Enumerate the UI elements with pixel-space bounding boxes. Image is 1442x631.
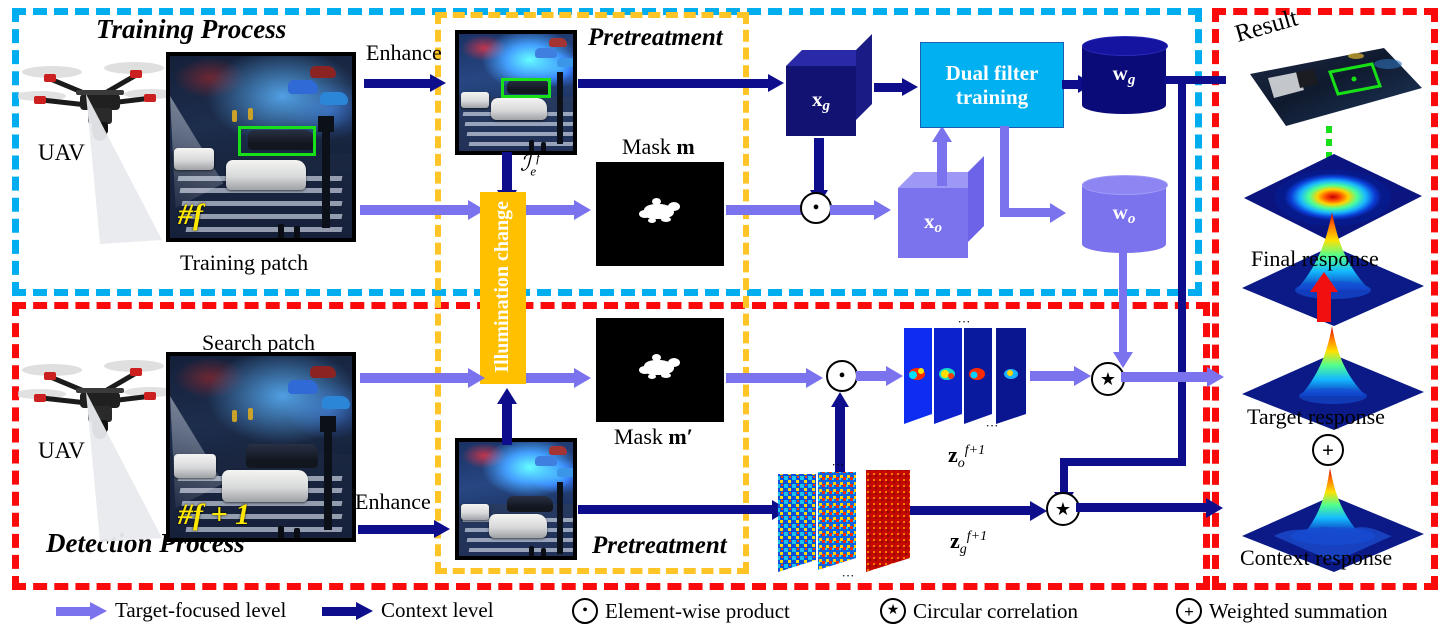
legend-label-element-wise-product: Element-wise product	[605, 598, 790, 623]
zo-sub: o	[957, 456, 965, 471]
xo-symbol: x	[924, 209, 935, 233]
enhanced-image-detection	[455, 438, 577, 560]
uav-label-detection: UAV	[38, 438, 85, 463]
legend-item-weighted-summation: + Weighted summation	[1176, 598, 1388, 624]
svg-text:···: ···	[986, 418, 999, 433]
svg-text:···: ···	[958, 318, 971, 329]
pretreatment-title-top: Pretreatment	[588, 24, 723, 51]
mask-word-top: Mask	[622, 134, 671, 159]
bounding-box-training	[238, 126, 316, 156]
wire-wg-vertical	[1178, 76, 1186, 466]
legend-item-context-level: Context level	[322, 598, 494, 623]
training-patch-image: #f	[166, 52, 356, 242]
wire-wg-to-corr2	[1060, 458, 1186, 466]
script-I-symbol: ℐ	[520, 150, 531, 176]
legend-label-target-focused: Target-focused level	[115, 598, 287, 622]
zg-label: zgf+1	[950, 528, 987, 558]
zo-symbol: z	[948, 442, 958, 467]
operator-element-wise-product-bottom: •	[826, 360, 858, 392]
filter-store-wg: wg	[1082, 36, 1168, 114]
operator-circular-correlation-bottom: ★	[1046, 492, 1080, 526]
wg-sub: g	[1127, 72, 1136, 88]
zg-sup: f+1	[966, 529, 988, 544]
legend: Target-focused level Context level • Ele…	[0, 596, 1442, 631]
zg-symbol: z	[950, 528, 960, 553]
final-response-label: Final response	[1251, 246, 1379, 271]
mask-m-image	[596, 162, 724, 266]
mask-symbol-bottom: m′	[668, 424, 693, 449]
xo-label: xo	[898, 188, 968, 258]
filter-store-wo: wo	[1082, 175, 1168, 253]
zo-sup: f+1	[964, 443, 986, 458]
zo-label: zof+1	[948, 442, 985, 472]
wire-wo-vertical	[1119, 248, 1127, 358]
legend-item-circular-correlation: ★ Circular correlation	[880, 598, 1078, 624]
wg-label: wg	[1082, 36, 1166, 114]
zg-sub: g	[959, 542, 967, 557]
mask-mprime-image	[596, 318, 724, 422]
plus-circle-icon: +	[1176, 598, 1202, 624]
uav-label-training: UAV	[38, 140, 85, 165]
feature-maps-zo: ··· ···	[900, 314, 1030, 434]
svg-text:···: ···	[832, 460, 845, 472]
pretreatment-title-bottom: Pretreatment	[592, 532, 727, 559]
enhance-label-training: Enhance	[366, 40, 442, 65]
wg-symbol: w	[1112, 61, 1128, 85]
result-plane-image	[1238, 42, 1428, 132]
arrow-navy-icon	[322, 601, 374, 620]
dual-filter-line1: Dual filter	[945, 60, 1039, 85]
legend-item-element-wise-product: • Element-wise product	[572, 598, 790, 624]
illumination-change-label: Illumination change	[480, 192, 524, 382]
svg-text:···: ···	[842, 568, 855, 582]
feature-cube-xg: xg	[786, 34, 874, 138]
enhance-label-detection: Enhance	[355, 489, 431, 514]
training-process-title: Training Process	[96, 14, 287, 44]
script-I-sub: e	[530, 163, 537, 179]
frame-number-detection: #f + 1	[178, 498, 251, 531]
mask-word-bottom: Mask	[614, 424, 663, 449]
legend-item-target-focused: Target-focused level	[56, 598, 286, 623]
legend-label-weighted-summation: Weighted summation	[1209, 598, 1388, 623]
legend-label-context-level: Context level	[381, 598, 494, 622]
mask-mprime-label: Mask m′	[614, 424, 693, 450]
enhanced-image-symbol-training: ℐef	[520, 150, 540, 180]
star-circle-icon: ★	[880, 598, 906, 624]
illumination-change-text: Illumination change	[490, 201, 513, 373]
operator-circular-correlation-top: ★	[1091, 362, 1125, 396]
xg-label: xg	[786, 66, 856, 136]
mask-symbol-top: m	[676, 134, 695, 159]
mask-m-label: Mask m	[622, 134, 695, 160]
arrow-light-purple-icon	[56, 601, 108, 620]
search-patch-image: #f + 1	[166, 352, 356, 542]
xg-sub: g	[822, 98, 831, 114]
dual-filter-line2: training	[955, 85, 1029, 109]
feature-maps-zg: ··· ···	[776, 457, 916, 583]
path-dual-filter-to-wo	[1000, 126, 1009, 212]
legend-label-circular-correlation: Circular correlation	[913, 598, 1079, 623]
wo-symbol: w	[1112, 200, 1128, 224]
wo-sub: o	[1127, 211, 1136, 227]
xg-symbol: x	[812, 87, 823, 111]
xo-sub: o	[934, 220, 943, 236]
frame-number-training: #f	[178, 198, 203, 231]
dual-filter-training-box[interactable]: Dual filter training	[920, 42, 1064, 128]
target-response-label: Target response	[1247, 404, 1385, 429]
dot-circle-icon: •	[572, 598, 598, 624]
wo-label: wo	[1082, 175, 1166, 253]
training-patch-label: Training patch	[180, 250, 309, 275]
bounding-box-enhanced-training	[501, 78, 551, 98]
enhanced-image-training	[455, 30, 577, 155]
operator-element-wise-product-top: •	[800, 192, 832, 224]
figure-canvas: Training Process UAV #f Training patch E…	[0, 0, 1442, 631]
wire-wg-horizontal	[1164, 76, 1226, 84]
script-I-sup: f	[536, 150, 540, 165]
context-response-label: Context response	[1240, 545, 1393, 570]
